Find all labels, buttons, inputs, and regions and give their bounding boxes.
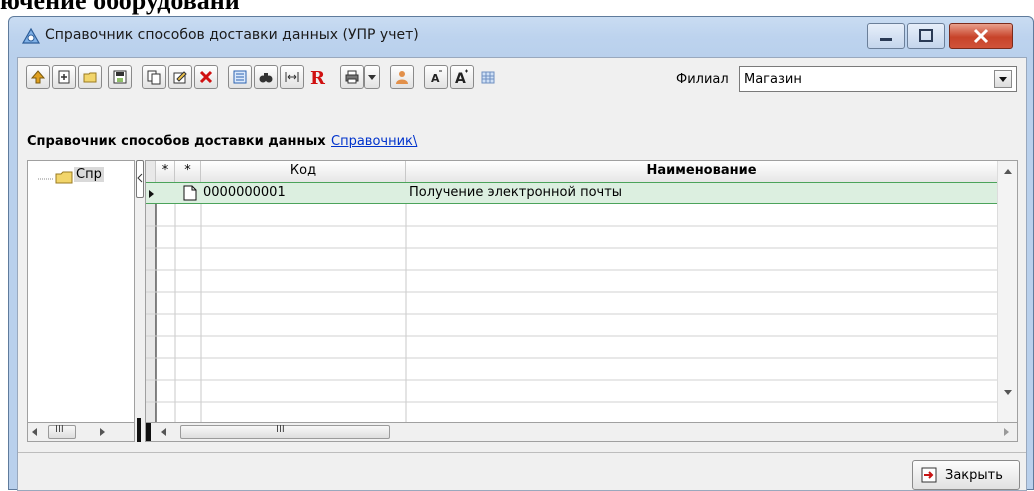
column-header-code[interactable]: Код — [201, 161, 406, 182]
column-header-mark-2[interactable]: * — [175, 161, 201, 182]
toolbar: R A A Филиал Магазин — [22, 62, 1022, 94]
column-header-name[interactable]: Наименование — [406, 161, 998, 182]
hscroll-marker — [146, 423, 151, 441]
scroll-up-icon[interactable] — [1003, 167, 1013, 175]
chevron-down-icon — [999, 77, 1007, 82]
grid-vertical-scrollbar[interactable] — [997, 161, 1017, 423]
splitter-handle[interactable] — [136, 160, 144, 198]
calendar-button[interactable] — [476, 65, 500, 89]
font-increase-icon: A — [455, 69, 468, 85]
background-heading: ючение оборудовани — [0, 0, 240, 15]
fit-columns-icon — [285, 72, 299, 82]
new-folder-button[interactable] — [78, 65, 102, 89]
font-decrease-icon: A — [431, 70, 442, 85]
up-arrow-icon — [30, 70, 46, 84]
cell-name: Получение электронной почты — [409, 185, 623, 200]
list-view-button[interactable] — [228, 65, 252, 89]
scroll-left-icon[interactable] — [160, 427, 168, 437]
tree-item-root[interactable]: Спр — [74, 167, 104, 182]
panel-splitter[interactable] — [135, 160, 145, 442]
filial-dropdown-button[interactable] — [994, 70, 1012, 88]
user-icon — [396, 71, 408, 84]
calendar-grid-icon — [481, 71, 495, 84]
new-item-button[interactable] — [52, 65, 76, 89]
grid-scroll-thumb[interactable]: III — [180, 424, 390, 439]
scroll-thumb-grip: III — [276, 424, 285, 435]
print-button[interactable] — [340, 65, 364, 89]
scroll-right-icon[interactable] — [98, 427, 106, 437]
close-button-label: Закрыть — [945, 468, 1003, 483]
app-icon — [21, 27, 41, 44]
delete-button[interactable] — [194, 65, 218, 89]
grid-header: * * Код Наименование — [146, 161, 998, 183]
new-item-icon — [58, 70, 70, 84]
row-indicator-header — [146, 161, 156, 182]
cell-code: 0000000001 — [203, 185, 286, 200]
fit-columns-button[interactable] — [280, 65, 304, 89]
document-icon — [183, 185, 197, 201]
breadcrumb-link[interactable]: Справочник\ — [331, 134, 417, 149]
svg-text:A: A — [455, 71, 466, 85]
copy-icon — [147, 70, 161, 85]
save-button[interactable] — [108, 65, 132, 89]
page-title: Справочник способов доставки данных — [27, 134, 326, 149]
svg-text:A: A — [431, 72, 440, 85]
dropdown-arrow-icon — [368, 75, 376, 80]
current-row-pointer-icon — [149, 190, 154, 198]
filial-select[interactable]: Магазин — [739, 66, 1017, 92]
maximize-button[interactable] — [907, 23, 945, 49]
report-r-icon: R — [310, 68, 326, 87]
list-view-icon — [233, 70, 247, 84]
title-bar[interactable]: Справочник способов доставки данных (УПР… — [9, 17, 1033, 55]
report-button[interactable]: R — [306, 65, 330, 89]
dialog-window: Справочник способов доставки данных (УПР… — [8, 16, 1034, 491]
grid-horizontal-scrollbar[interactable]: III — [145, 422, 1018, 442]
column-header-mark-1[interactable]: * — [156, 161, 175, 182]
svg-text:R: R — [310, 68, 326, 87]
scroll-down-icon[interactable] — [1003, 389, 1013, 397]
maximize-icon — [919, 29, 933, 42]
collapse-left-icon — [137, 173, 143, 183]
data-grid: * * Код Наименование 0000000001 Получени… — [145, 160, 1018, 424]
minimize-button[interactable] — [867, 23, 905, 49]
delete-icon — [199, 70, 213, 84]
font-decrease-button[interactable]: A — [424, 65, 448, 89]
binoculars-icon — [259, 73, 273, 83]
exit-icon — [921, 467, 937, 483]
find-button[interactable] — [254, 65, 278, 89]
edit-button[interactable] — [168, 65, 192, 89]
window-title: Справочник способов доставки данных (УПР… — [45, 27, 419, 43]
edit-icon — [173, 71, 187, 84]
print-dropdown-button[interactable] — [364, 65, 380, 89]
copy-button[interactable] — [142, 65, 166, 89]
tree-panel: Спр — [27, 160, 135, 424]
save-icon — [113, 70, 127, 84]
close-button[interactable]: Закрыть — [912, 460, 1020, 490]
tree-connector — [38, 171, 73, 184]
font-increase-button[interactable]: A — [450, 65, 474, 89]
close-window-button[interactable] — [949, 23, 1013, 49]
grid-lines — [146, 182, 998, 423]
tree-horizontal-scrollbar[interactable]: III — [27, 422, 135, 442]
tree-scroll-thumb[interactable]: III — [48, 424, 76, 439]
close-icon — [973, 28, 989, 44]
up-level-button[interactable] — [26, 65, 50, 89]
print-icon — [345, 70, 359, 84]
scroll-thumb-grip: III — [55, 424, 64, 435]
folder-icon — [83, 72, 97, 83]
footer-divider — [18, 452, 1026, 453]
client-area: R A A Филиал Магазин Справочник способов… — [17, 57, 1027, 491]
user-button[interactable] — [390, 65, 414, 89]
filial-value: Магазин — [744, 72, 802, 87]
scroll-right-icon[interactable] — [1002, 427, 1010, 437]
splitter-marker — [137, 418, 141, 442]
minimize-icon — [880, 38, 892, 41]
filial-label: Филиал — [676, 72, 729, 87]
scroll-left-icon[interactable] — [31, 427, 39, 437]
